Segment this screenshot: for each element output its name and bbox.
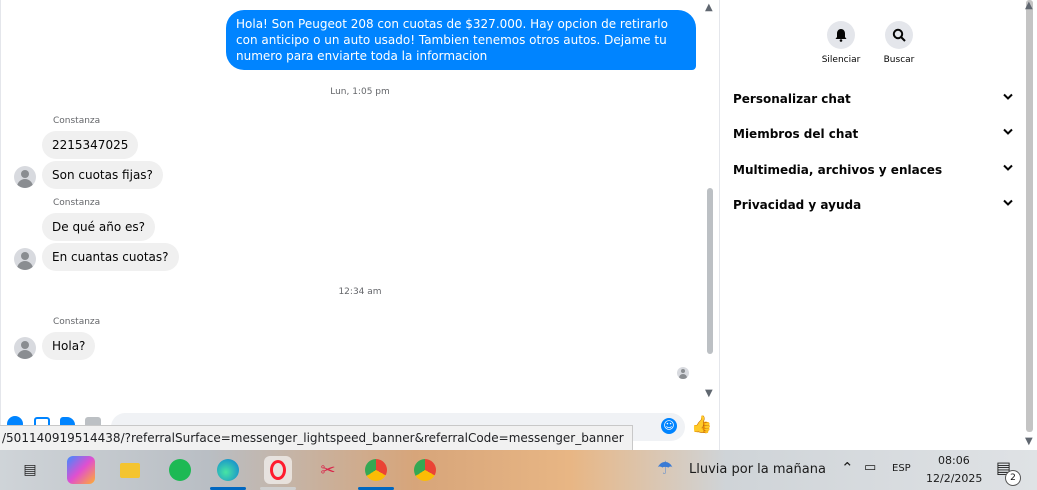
search-label: Buscar (883, 55, 915, 65)
mute-label: Silenciar (821, 55, 861, 65)
seen-indicator-avatar (677, 367, 689, 379)
section-label: Miembros del chat (733, 127, 859, 141)
notification-count-badge: 2 (1005, 470, 1021, 486)
section-customize-chat[interactable]: Personalizar chat (733, 90, 1013, 110)
incoming-message: 2215347025 (42, 131, 139, 159)
chrome-profile-icon[interactable] (362, 456, 390, 484)
tray-chevron-up-icon[interactable]: ⌃ (841, 459, 854, 477)
status-url-tooltip: /501140919514438/?referralSurface=messen… (0, 425, 633, 451)
contact-avatar[interactable] (14, 166, 36, 188)
section-label: Multimedia, archivos y enlaces (733, 163, 943, 177)
search-button[interactable]: Buscar (879, 21, 919, 65)
sender-name: Constanza (53, 116, 101, 126)
clock-date[interactable]: 12/2/2025 (926, 472, 982, 485)
incoming-message: Son cuotas fijas? (42, 161, 163, 189)
chat-pane: Hola! Son Peugeot 208 con cuotas de $327… (0, 0, 719, 450)
language-indicator[interactable]: ESP (892, 463, 911, 474)
sender-name: Constanza (53, 317, 101, 327)
scroll-up-icon[interactable]: ▲ (705, 2, 713, 13)
chevron-down-icon (1003, 164, 1013, 171)
time-separator: Lun, 1:05 pm (330, 87, 390, 97)
chevron-down-icon (1003, 128, 1013, 135)
section-label: Privacidad y ayuda (733, 198, 862, 212)
weather-rain-icon[interactable]: ☂ (657, 458, 673, 479)
edge-icon[interactable] (214, 456, 242, 484)
sender-name: Constanza (53, 198, 101, 208)
clock-time[interactable]: 08:06 (938, 454, 970, 467)
windows-taskbar: ▤ ✂ ☂ Lluvia por la mañana ⌃ ▭ ESP 08:06… (0, 450, 1037, 490)
contact-avatar[interactable] (14, 337, 36, 359)
time-separator: 12:34 am (338, 287, 382, 297)
incoming-message: En cuantas cuotas? (42, 243, 179, 271)
chevron-down-icon (1003, 199, 1013, 206)
task-view-icon[interactable]: ▤ (16, 456, 44, 484)
section-privacy-help[interactable]: Privacidad y ayuda (733, 196, 1013, 216)
page-scroll-down-icon[interactable]: ▼ (1025, 436, 1033, 447)
chrome-icon[interactable] (411, 456, 439, 484)
chevron-down-icon (1003, 93, 1013, 100)
page-scrollbar[interactable] (1026, 0, 1033, 432)
snipping-tool-icon[interactable]: ✂ (314, 456, 342, 484)
scroll-down-icon[interactable]: ▼ (705, 388, 713, 399)
incoming-message: Hola? (42, 332, 96, 360)
chat-scrollbar[interactable] (707, 188, 713, 354)
section-label: Personalizar chat (733, 92, 851, 106)
like-icon[interactable]: 👍 (691, 415, 712, 435)
contact-avatar[interactable] (14, 248, 36, 270)
copilot-icon[interactable] (67, 456, 95, 484)
section-media-files-links[interactable]: Multimedia, archivos y enlaces (733, 161, 1013, 181)
bell-icon (827, 21, 855, 49)
section-chat-members[interactable]: Miembros del chat (733, 125, 1013, 145)
file-explorer-icon[interactable] (116, 456, 144, 484)
network-icon[interactable]: ▭ (864, 460, 876, 475)
emoji-icon[interactable]: ☺ (661, 418, 677, 434)
mute-button[interactable]: Silenciar (821, 21, 861, 65)
spotify-icon[interactable] (166, 456, 194, 484)
outgoing-message: Hola! Son Peugeot 208 con cuotas de $327… (226, 10, 696, 70)
search-icon (885, 21, 913, 49)
page-scroll-up-icon[interactable]: ▲ (1025, 0, 1033, 11)
weather-text[interactable]: Lluvia por la mañana (689, 462, 826, 477)
opera-icon[interactable] (264, 456, 292, 484)
incoming-message: De qué año es? (42, 213, 155, 241)
conversation-info-pane: Silenciar Buscar Personalizar chat Miemb… (719, 0, 1037, 450)
